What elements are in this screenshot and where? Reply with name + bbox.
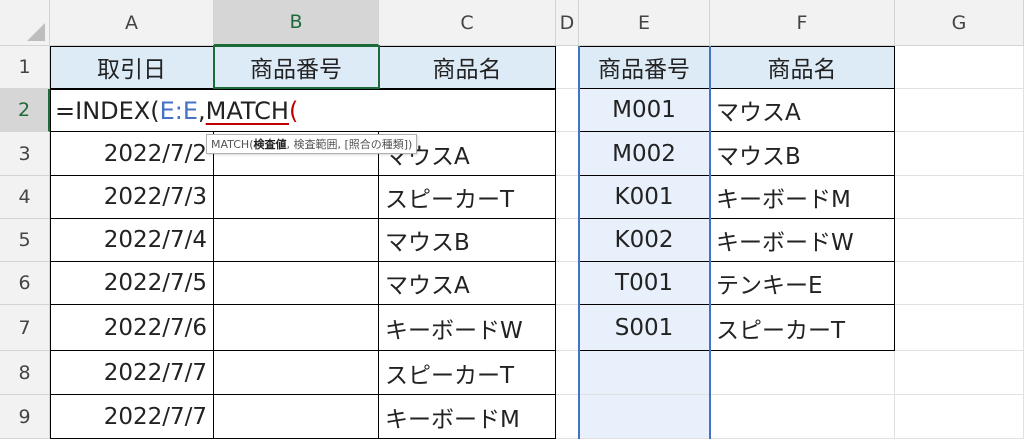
cell-e3[interactable]: M002 [579, 132, 710, 176]
cell-f4[interactable]: キーボードM [710, 176, 895, 219]
row-header-8[interactable]: 8 [0, 351, 50, 395]
cell-g5[interactable] [895, 219, 1024, 262]
formula-open-paren: ( [288, 96, 299, 125]
cell-c9[interactable]: キーボードM [379, 395, 556, 439]
formula-edit-cell[interactable]: =INDEX(E:E, MATCH( [50, 89, 556, 132]
row-header-3[interactable]: 3 [0, 132, 50, 176]
cell-c6[interactable]: マウスA [379, 262, 556, 305]
cell-b4[interactable] [214, 176, 379, 219]
cell-e5[interactable]: K002 [579, 219, 710, 262]
column-header-f[interactable]: F [710, 0, 895, 46]
cell-g7[interactable] [895, 305, 1024, 351]
cell-f2[interactable]: マウスA [710, 89, 895, 132]
cell-a5[interactable]: 2022/7/4 [50, 219, 214, 262]
cell-b1[interactable]: 商品番号 [214, 46, 379, 89]
select-all-corner[interactable] [0, 0, 50, 46]
cell-d9[interactable] [556, 395, 579, 439]
cell-d1[interactable] [556, 46, 579, 89]
cell-a4[interactable]: 2022/7/3 [50, 176, 214, 219]
cell-e6[interactable]: T001 [579, 262, 710, 305]
cell-a6[interactable]: 2022/7/5 [50, 262, 214, 305]
cell-d4[interactable] [556, 176, 579, 219]
select-all-triangle-icon [27, 23, 45, 41]
row-header-9[interactable]: 9 [0, 395, 50, 439]
function-argument-tooltip[interactable]: MATCH(検査値, 検査範囲, [照合の種類]) [206, 134, 418, 154]
cell-d2[interactable] [556, 89, 579, 132]
cell-f9[interactable] [710, 395, 895, 439]
tooltip-function: MATCH( [211, 137, 254, 151]
cell-f5[interactable]: キーボードW [710, 219, 895, 262]
cell-b7[interactable] [214, 305, 379, 351]
row-header-5[interactable]: 5 [0, 219, 50, 262]
cell-c1[interactable]: 商品名 [379, 46, 556, 89]
cell-g6[interactable] [895, 262, 1024, 305]
cell-g9[interactable] [895, 395, 1024, 439]
cell-a7[interactable]: 2022/7/6 [50, 305, 214, 351]
cell-a9[interactable]: 2022/7/7 [50, 395, 214, 439]
cell-b6[interactable] [214, 262, 379, 305]
cell-a8[interactable]: 2022/7/7 [50, 351, 214, 395]
column-header-a[interactable]: A [50, 0, 214, 46]
cell-f6[interactable]: テンキーE [710, 262, 895, 305]
tooltip-current-arg[interactable]: 検査値 [253, 136, 286, 152]
row-header-4[interactable]: 4 [0, 176, 50, 219]
cell-c4[interactable]: スピーカーT [379, 176, 556, 219]
formula-comma: , [198, 96, 206, 125]
cell-e8[interactable] [579, 351, 710, 395]
row-header-2[interactable]: 2 [0, 89, 50, 132]
cell-g3[interactable] [895, 132, 1024, 176]
cell-c7[interactable]: キーボードW [379, 305, 556, 351]
cell-c8[interactable]: スピーカーT [379, 351, 556, 395]
cell-f1[interactable]: 商品名 [710, 46, 895, 89]
cell-b5[interactable] [214, 219, 379, 262]
cell-g8[interactable] [895, 351, 1024, 395]
cell-e7[interactable]: S001 [579, 305, 710, 351]
cell-d3[interactable] [556, 132, 579, 176]
column-header-c[interactable]: C [379, 0, 556, 46]
cell-d7[interactable] [556, 305, 579, 351]
cell-g4[interactable] [895, 176, 1024, 219]
cell-c5[interactable]: マウスB [379, 219, 556, 262]
cell-b8[interactable] [214, 351, 379, 395]
cell-g2[interactable] [895, 89, 1024, 132]
cell-b9[interactable] [214, 395, 379, 439]
row-header-7[interactable]: 7 [0, 305, 50, 351]
column-header-g[interactable]: G [895, 0, 1024, 46]
cell-f7[interactable]: スピーカーT [710, 305, 895, 351]
row-header-1[interactable]: 1 [0, 46, 50, 89]
column-header-d[interactable]: D [556, 0, 579, 46]
column-header-b[interactable]: B [214, 0, 379, 46]
cell-d8[interactable] [556, 351, 579, 395]
cell-d6[interactable] [556, 262, 579, 305]
formula-function-name: MATCH [205, 96, 289, 125]
cell-e4[interactable]: K001 [579, 176, 710, 219]
formula-prefix: =INDEX( [55, 96, 160, 125]
spreadsheet: A B C D E F G 1 2 3 4 5 6 7 8 9 取引日 商品番号… [0, 0, 1024, 439]
row-header-6[interactable]: 6 [0, 262, 50, 305]
cell-g1[interactable] [895, 46, 1024, 89]
formula-range-ref: E:E [159, 96, 199, 125]
cell-a1[interactable]: 取引日 [50, 46, 214, 89]
cell-a3[interactable]: 2022/7/2 [50, 132, 214, 176]
cell-e9[interactable] [579, 395, 710, 439]
cell-e1[interactable]: 商品番号 [579, 46, 710, 89]
tooltip-rest-args: , 検査範囲, [照合の種類]) [286, 138, 413, 151]
cell-f8[interactable] [710, 351, 895, 395]
cell-e2[interactable]: M001 [579, 89, 710, 132]
cell-f3[interactable]: マウスB [710, 132, 895, 176]
column-header-e[interactable]: E [579, 0, 710, 46]
cell-d5[interactable] [556, 219, 579, 262]
